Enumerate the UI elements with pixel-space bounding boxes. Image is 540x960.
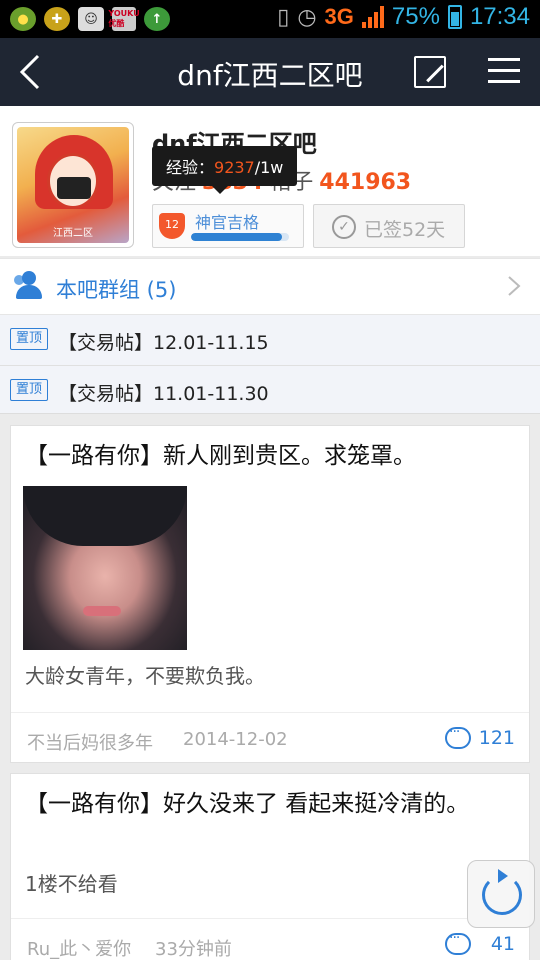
refresh-button[interactable]: [467, 860, 535, 928]
group-label: 本吧群组 (5): [56, 278, 177, 302]
post-title: 【一路有你】新人刚到贵区。求笼罩。: [25, 443, 416, 469]
youku-icon: YOUKU 优酷: [108, 7, 140, 31]
chat-icon: ☺: [78, 7, 104, 31]
post-time: 2014-12-02: [183, 729, 288, 750]
signal-icon: [361, 6, 384, 28]
page-title: dnf江西二区吧: [177, 59, 363, 92]
post-footer: Ru_此丶爱你 33分钟前 41: [11, 918, 529, 960]
hamburger-icon[interactable]: [488, 58, 520, 84]
pinned-title: 【交易帖】11.01-11.30: [58, 383, 269, 405]
notification-icons: ● ✚ ☺ YOUKU 优酷 ↑: [10, 7, 170, 31]
reply-count: 121: [478, 727, 515, 749]
post-author[interactable]: 不当后妈很多年: [27, 729, 153, 755]
vibrate-icon: ▯: [277, 4, 290, 30]
post-card[interactable]: 【一路有你】好久没来了 看起来挺冷清的。 1楼不给看 Ru_此丶爱你 33分钟前…: [10, 773, 530, 960]
pinned-tag: 置顶: [10, 328, 48, 350]
pinned-post[interactable]: 置顶 【交易帖】11.01-11.30: [0, 365, 540, 415]
baidu-map-icon: ●: [10, 7, 36, 31]
level-title: 神官吉格: [195, 213, 260, 232]
clock: 17:34: [469, 3, 530, 30]
battery-percent: 75%: [391, 3, 440, 30]
pinned-posts: 置顶 【交易帖】12.01-11.15 置顶 【交易帖】11.01-11.30: [0, 314, 540, 414]
member-level[interactable]: 12 神官吉格: [152, 204, 304, 248]
post-image[interactable]: [23, 486, 187, 650]
upload-icon: ↑: [144, 7, 170, 31]
group-icon: [14, 271, 44, 301]
post-excerpt: 大龄女青年，不要欺负我。: [25, 664, 265, 688]
compose-icon[interactable]: [414, 56, 446, 88]
post-footer: 不当后妈很多年 2014-12-02 121: [11, 712, 529, 764]
checkmark-icon: ✓: [332, 215, 356, 239]
network-type: 3G: [324, 4, 354, 29]
tooltip-label: 经验：: [166, 158, 215, 177]
post-title: 【一路有你】好久没来了 看起来挺冷清的。: [25, 791, 470, 817]
comment-icon: [445, 724, 471, 749]
title-bar: dnf江西二区吧: [0, 38, 540, 106]
status-bar: ● ✚ ☺ YOUKU 优酷 ↑ ▯ ◷ 3G 75% 17:34: [0, 0, 540, 38]
pinned-tag: 置顶: [10, 379, 48, 401]
level-progress-bar: [191, 233, 289, 241]
level-badge: 12: [159, 213, 185, 239]
level-progress-fill: [191, 233, 282, 241]
post-excerpt: 1楼不给看: [25, 872, 118, 896]
battery-icon: [447, 5, 462, 29]
experience-tooltip: 经验：9237/1w: [152, 146, 298, 194]
post-time: 33分钟前: [155, 939, 232, 960]
avatar-caption: 江西二区: [53, 228, 93, 239]
comment-icon: [445, 930, 471, 955]
tooltip-exp: 9237: [214, 158, 255, 177]
pinned-title: 【交易帖】12.01-11.15: [58, 332, 269, 354]
sign-in-button[interactable]: ✓ 已签52天: [313, 204, 465, 248]
forum-groups-row[interactable]: 本吧群组 (5): [0, 258, 540, 314]
pinned-post[interactable]: 置顶 【交易帖】12.01-11.15: [0, 315, 540, 365]
posts-count: 441963: [319, 170, 412, 195]
alarm-icon: ◷: [297, 4, 317, 30]
sign-in-label: 已签52天: [364, 219, 446, 241]
tooltip-max: /1w: [254, 158, 284, 177]
app-store-icon: ✚: [44, 7, 70, 31]
forum-avatar[interactable]: 江西二区: [12, 122, 134, 248]
reply-count: 41: [490, 933, 515, 955]
post-card[interactable]: 【一路有你】新人刚到贵区。求笼罩。 大龄女青年，不要欺负我。 不当后妈很多年 2…: [10, 425, 530, 763]
chevron-right-icon: [506, 271, 522, 308]
post-author[interactable]: Ru_此丶爱你: [27, 935, 131, 960]
